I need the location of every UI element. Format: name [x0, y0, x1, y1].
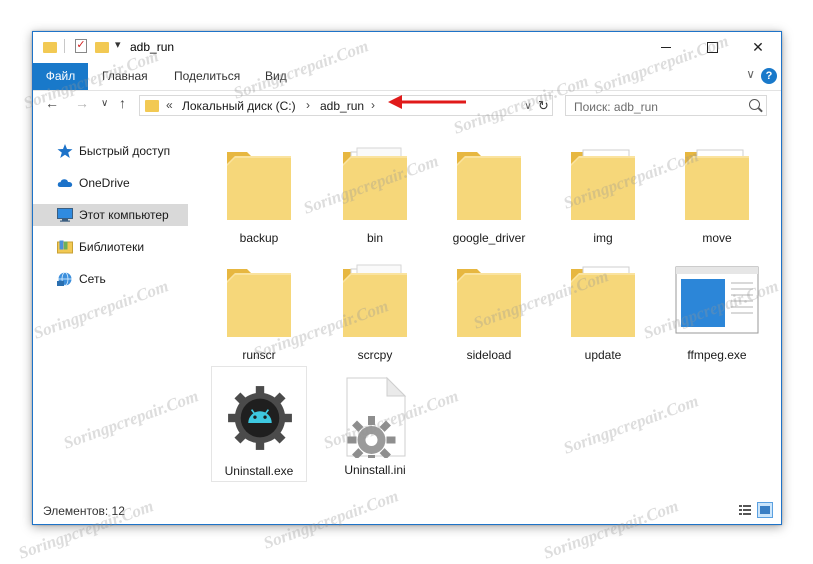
file-name: google_driver	[452, 231, 526, 245]
recent-locations-button[interactable]: ∨	[101, 98, 108, 109]
star-icon	[57, 144, 73, 158]
close-button[interactable]: ✕	[735, 32, 781, 62]
sidebar-item-onedrive[interactable]: OneDrive	[33, 172, 188, 194]
file-item[interactable]: ffmpeg.exe	[669, 251, 765, 367]
title-bar: ✓ ▾ adb_run ✕	[33, 32, 781, 62]
breadcrumb-overflow[interactable]: «	[166, 98, 173, 112]
sidebar-item-label: Этот компьютер	[79, 208, 169, 222]
folder-icon	[343, 147, 407, 220]
file-name: update	[584, 348, 622, 362]
item-count: Элементов: 12	[43, 504, 125, 518]
search-icon	[749, 99, 760, 110]
file-name: scrcpy	[357, 348, 393, 362]
new-folder-icon[interactable]	[95, 42, 109, 53]
android-gear-icon	[228, 386, 292, 450]
application-window-icon	[675, 266, 759, 334]
tab-home[interactable]: Главная	[102, 63, 148, 90]
forward-button[interactable]: →	[75, 95, 89, 111]
sidebar-item-label: Библиотеки	[79, 240, 145, 254]
folder-icon	[145, 100, 159, 112]
back-button[interactable]: ←	[45, 95, 59, 111]
sidebar-item-label: OneDrive	[79, 176, 130, 190]
file-item[interactable]: backup	[211, 134, 307, 250]
maximize-button[interactable]	[689, 32, 735, 62]
folder-icon	[43, 42, 57, 53]
cloud-icon	[57, 179, 73, 187]
large-icons-view-icon	[760, 506, 770, 514]
file-item[interactable]: scrcpy	[327, 251, 423, 367]
file-item[interactable]: bin	[327, 134, 423, 250]
file-name: ffmpeg.exe	[687, 348, 747, 362]
tab-view[interactable]: Вид	[265, 63, 287, 90]
folder-icon	[571, 149, 635, 220]
file-name: move	[702, 231, 732, 245]
address-history-button[interactable]: ∨	[521, 95, 535, 116]
navigation-pane: Быстрый доступ OneDrive Этот компьютер Б…	[33, 132, 188, 494]
computer-icon	[57, 208, 73, 222]
sidebar-item-this-pc[interactable]: Этот компьютер	[33, 204, 188, 226]
file-name: runscr	[242, 348, 276, 362]
customize-toolbar-icon[interactable]: ▾	[115, 38, 121, 54]
details-view-button[interactable]	[737, 502, 753, 518]
file-name: backup	[239, 231, 279, 245]
settings-file-icon	[346, 376, 407, 458]
file-item[interactable]: google_driver	[441, 134, 537, 250]
folder-icon	[457, 269, 521, 337]
address-bar[interactable]: « Локальный диск (C:) › adb_run ›	[139, 95, 553, 116]
network-icon	[57, 272, 72, 286]
annotation-arrow	[388, 95, 466, 109]
expand-ribbon-icon[interactable]: ∨	[746, 67, 755, 81]
file-name: Uninstall.exe	[224, 464, 294, 478]
status-bar: Элементов: 12	[33, 498, 781, 524]
sidebar-item-label: Сеть	[79, 272, 106, 286]
details-view-icon	[739, 505, 751, 515]
library-icon	[57, 240, 73, 254]
file-name: img	[593, 231, 613, 245]
explorer-window: ✓ ▾ adb_run ✕ Файл Главная Поделиться Ви…	[32, 31, 782, 525]
breadcrumb-local-disk[interactable]: Локальный диск (C:)	[182, 99, 296, 113]
sidebar-item-libraries[interactable]: Библиотеки	[33, 236, 188, 258]
file-name: sideload	[466, 348, 512, 362]
file-item[interactable]: img	[555, 134, 651, 250]
file-item[interactable]: Uninstall.exe	[211, 366, 307, 482]
folder-icon	[685, 149, 749, 220]
breadcrumb-separator[interactable]: ›	[371, 98, 375, 112]
breadcrumb-separator[interactable]: ›	[306, 98, 310, 112]
file-name: Uninstall.ini	[344, 463, 406, 477]
sidebar-item-network[interactable]: Сеть	[33, 268, 188, 290]
folder-icon	[227, 152, 291, 220]
properties-icon[interactable]: ✓	[75, 39, 87, 53]
window-title: adb_run	[130, 40, 175, 54]
tab-share[interactable]: Поделиться	[174, 63, 240, 90]
file-item[interactable]: move	[669, 134, 765, 250]
search-box[interactable]	[565, 95, 767, 116]
large-icons-view-button[interactable]	[757, 502, 773, 518]
folder-icon	[343, 264, 407, 337]
help-button[interactable]: ?	[761, 68, 777, 84]
sidebar-item-quick-access[interactable]: Быстрый доступ	[33, 140, 188, 162]
tab-file[interactable]: Файл	[33, 63, 88, 90]
sidebar-item-label: Быстрый доступ	[79, 144, 171, 158]
refresh-button[interactable]: ↻	[535, 95, 553, 116]
breadcrumb-adb-run[interactable]: adb_run	[320, 99, 364, 113]
folder-icon	[457, 152, 521, 220]
file-item[interactable]: runscr	[211, 251, 307, 367]
folder-icon	[227, 269, 291, 337]
minimize-button[interactable]	[643, 32, 689, 62]
file-item[interactable]: update	[555, 251, 651, 367]
file-item[interactable]: Uninstall.ini	[327, 366, 423, 482]
ribbon: Файл Главная Поделиться Вид ∨ ?	[33, 63, 781, 91]
file-name: bin	[366, 231, 383, 245]
up-button[interactable]: ↑	[119, 95, 126, 111]
file-item[interactable]: sideload	[441, 251, 537, 367]
search-input[interactable]	[572, 97, 746, 116]
folder-icon	[571, 266, 635, 337]
separator	[64, 39, 65, 53]
